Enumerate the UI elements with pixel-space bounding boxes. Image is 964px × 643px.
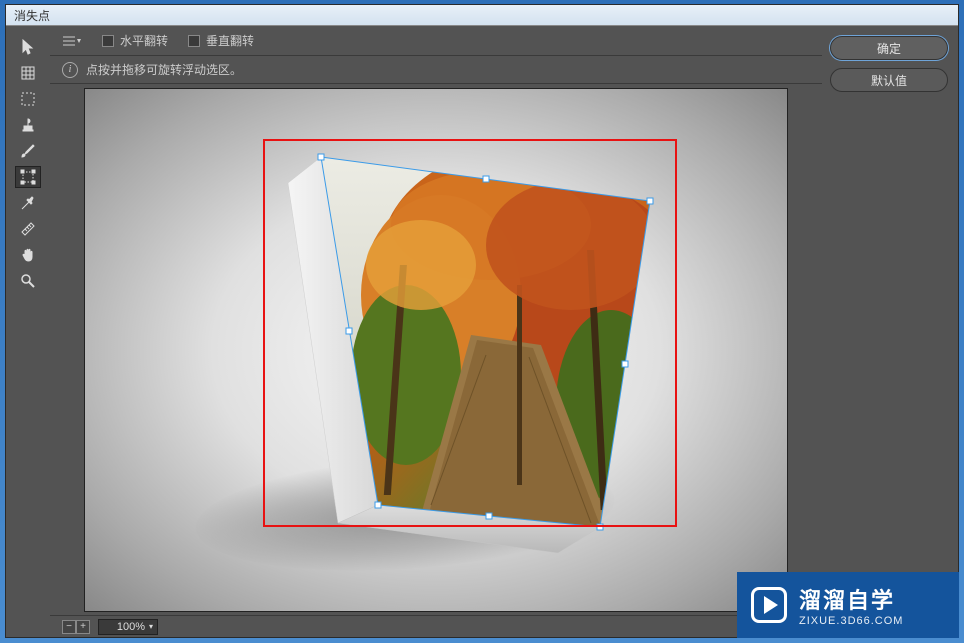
arrow-tool[interactable] [15,36,41,58]
zoom-in-button[interactable]: + [76,620,90,634]
content-area: 水平翻转 垂直翻转 i 点按并拖移可旋转浮动选区。 [6,26,958,637]
zoom-select[interactable]: 100% ▾ [98,619,158,635]
zoom-stepper: − + [62,620,90,634]
window-title: 消失点 [14,7,50,24]
flip-horizontal-group[interactable]: 水平翻转 [102,32,168,49]
measure-tool[interactable] [15,218,41,240]
main-area: 水平翻转 垂直翻转 i 点按并拖移可旋转浮动选区。 [50,26,822,637]
canvas-area [50,84,822,615]
transform-tool[interactable] [15,166,41,188]
options-bar: 水平翻转 垂直翻转 [50,26,822,56]
default-button-label: 默认值 [871,72,907,89]
flip-horizontal-label: 水平翻转 [120,32,168,49]
title-bar[interactable]: 消失点 [6,5,958,26]
flip-vertical-group[interactable]: 垂直翻转 [188,32,254,49]
info-bar: i 点按并拖移可旋转浮动选区。 [50,56,822,84]
chevron-down-icon: ▾ [149,622,153,631]
ok-button[interactable]: 确定 [830,36,948,60]
marquee-tool[interactable] [15,88,41,110]
play-icon [751,587,787,623]
flip-vertical-checkbox[interactable] [188,35,200,47]
zoom-out-button[interactable]: − [62,620,76,634]
zoom-tool[interactable] [15,270,41,292]
create-plane-tool[interactable] [15,62,41,84]
hand-tool[interactable] [15,244,41,266]
vanishing-point-window: 消失点 [5,4,959,638]
toolbar [6,26,50,637]
zoom-value: 100% [117,621,145,633]
default-button[interactable]: 默认值 [830,68,948,92]
info-text: 点按并拖移可旋转浮动选区。 [86,61,242,78]
canvas[interactable] [84,88,788,612]
flip-vertical-label: 垂直翻转 [206,32,254,49]
info-icon: i [62,62,78,78]
watermark-title: 溜溜自学 [799,583,903,615]
brush-tool[interactable] [15,140,41,162]
box-3d[interactable] [261,135,681,565]
eyedropper-tool[interactable] [15,192,41,214]
ok-button-label: 确定 [877,40,901,57]
watermark-sub: ZIXUE.3D66.COM [799,615,903,627]
status-bar: − + 100% ▾ [50,615,822,637]
watermark: 溜溜自学 ZIXUE.3D66.COM [737,572,959,638]
right-panel: 确定 默认值 [822,26,958,637]
flip-horizontal-checkbox[interactable] [102,35,114,47]
flyout-menu-icon[interactable] [62,34,82,48]
stamp-tool[interactable] [15,114,41,136]
